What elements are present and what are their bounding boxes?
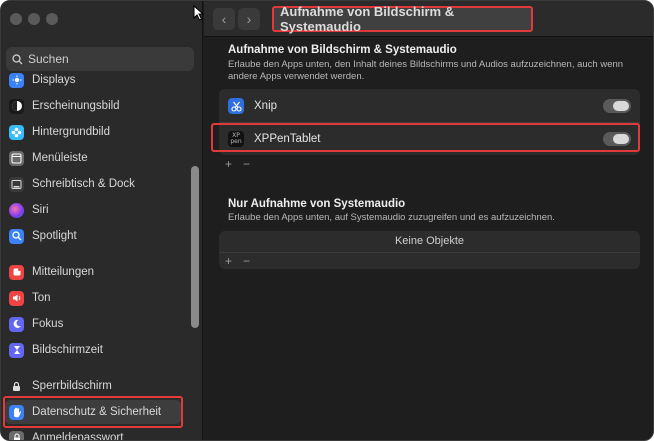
password-lock-icon: [9, 430, 24, 440]
sidebar-item-label: Siri: [32, 204, 49, 216]
chevron-left-icon: ‹: [221, 11, 227, 27]
menubar-icon: [9, 150, 24, 166]
sidebar-item-spotlight[interactable]: Spotlight: [5, 224, 193, 248]
empty-list-label: Keine Objekte: [394, 235, 465, 247]
sidebar-item-label: Hintergrundbild: [32, 126, 110, 138]
sidebar-item-label: Menüleiste: [32, 152, 88, 164]
sidebar-item-label: Ton: [32, 292, 51, 304]
xnip-toggle[interactable]: [603, 99, 631, 113]
add-app-button[interactable]: +: [225, 157, 232, 171]
sidebar-item-ton[interactable]: Ton: [5, 286, 193, 310]
add-app-button[interactable]: +: [225, 254, 232, 268]
sidebar: Suchen Displays Erscheinungsbild Hinterg…: [1, 1, 203, 441]
section-title-screen-audio: Aufnahme von Bildschirm & Systemaudio: [228, 44, 457, 56]
sidebar-item-label: Erscheinungsbild: [32, 100, 120, 112]
flower-icon: [9, 124, 24, 140]
speaker-icon: [9, 290, 24, 306]
xnip-icon: [228, 98, 244, 114]
sidebar-item-label: Mitteilungen: [32, 266, 95, 278]
sidebar-item-label: Displays: [32, 74, 76, 86]
sidebar-item-erscheinungsbild[interactable]: Erscheinungsbild: [5, 94, 193, 118]
bell-icon: [9, 264, 24, 280]
page-title: Aufnahme von Bildschirm & Systemaudio: [272, 4, 533, 34]
screen-audio-add-remove: + −: [219, 155, 640, 172]
siri-icon: [9, 202, 24, 218]
sidebar-item-siri[interactable]: Siri: [5, 198, 193, 222]
appearance-icon: [9, 98, 24, 114]
sidebar-item-displays[interactable]: Displays: [5, 68, 193, 92]
mouse-cursor-icon: [193, 5, 204, 21]
settings-window: Suchen Displays Erscheinungsbild Hinterg…: [0, 0, 654, 441]
remove-app-button[interactable]: −: [243, 157, 250, 171]
sidebar-item-fokus[interactable]: Fokus: [5, 312, 193, 336]
back-button[interactable]: ‹: [213, 8, 235, 30]
sidebar-item-label: Anmeldepasswort: [32, 432, 124, 441]
sidebar-item-bildschirmzeit[interactable]: Bildschirmzeit: [5, 338, 193, 362]
search-icon: [12, 53, 23, 64]
sidebar-item-label: Sperrbildschirm: [32, 380, 112, 392]
hourglass-icon: [9, 342, 24, 358]
sidebar-item-menueleiste[interactable]: Menüleiste: [5, 146, 193, 170]
highlight-box: [3, 396, 183, 428]
close-window-button[interactable]: [10, 13, 22, 25]
forward-button[interactable]: ›: [238, 8, 260, 30]
sidebar-item-hintergrundbild[interactable]: Hintergrundbild: [5, 120, 193, 144]
sidebar-item-label: Schreibtisch & Dock: [32, 178, 135, 190]
sun-icon: [9, 72, 24, 88]
dock-icon: [9, 176, 24, 192]
sidebar-item-label: Fokus: [32, 318, 64, 330]
minimize-window-button[interactable]: [28, 13, 40, 25]
system-audio-add-remove: + −: [219, 252, 640, 269]
lock-screen-icon: [9, 378, 24, 394]
sidebar-item-mitteilungen[interactable]: Mitteilungen: [5, 260, 193, 284]
sidebar-item-schreibtisch-dock[interactable]: Schreibtisch & Dock: [5, 172, 193, 196]
sidebar-item-sperrbildschirm[interactable]: Sperrbildschirm: [5, 374, 193, 398]
app-name: Xnip: [254, 100, 278, 112]
section-description-system-audio: Erlaube den Apps unten, auf Systemaudio …: [228, 212, 555, 223]
highlight-box: [211, 123, 640, 152]
section-description-screen-audio: Erlaube den Apps unten, den Inhalt deine…: [228, 59, 624, 82]
chevron-right-icon: ›: [246, 11, 252, 27]
remove-app-button[interactable]: −: [243, 254, 250, 268]
moon-icon: [9, 316, 24, 332]
search-placeholder: Suchen: [28, 52, 69, 66]
section-title-system-audio: Nur Aufnahme von Systemaudio: [228, 198, 406, 210]
sidebar-item-label: Bildschirmzeit: [32, 344, 103, 356]
sidebar-item-label: Spotlight: [32, 230, 77, 242]
toolbar: ‹ › Aufnahme von Bildschirm & Systemaudi…: [204, 1, 653, 37]
sidebar-item-anmeldepasswort[interactable]: Anmeldepasswort: [5, 426, 193, 441]
zoom-window-button[interactable]: [46, 13, 58, 25]
list-item-xnip[interactable]: Xnip: [219, 90, 640, 122]
sidebar-scrollbar[interactable]: [191, 166, 199, 328]
magnifier-icon: [9, 228, 24, 244]
